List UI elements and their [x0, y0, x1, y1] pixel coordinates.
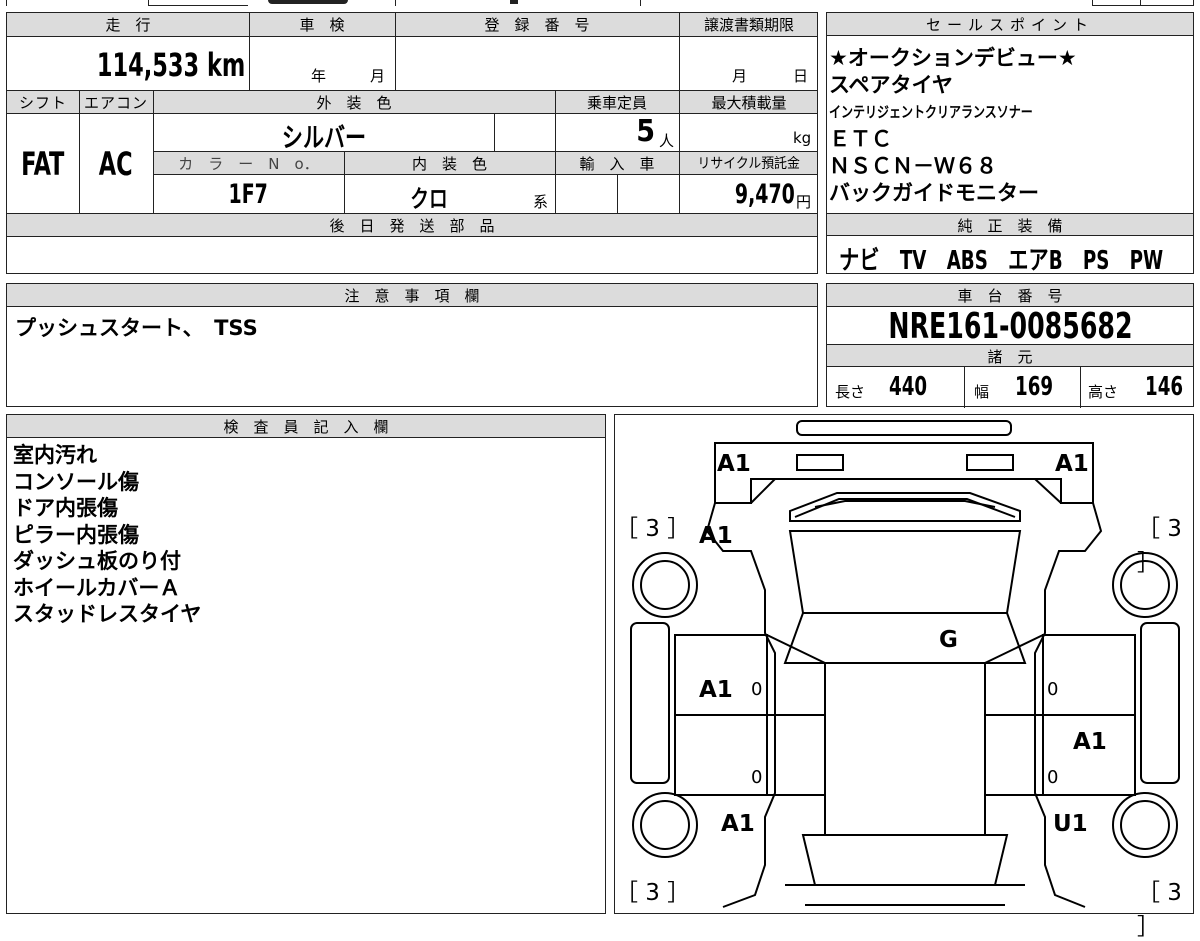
- genuine-equipment-header: 純 正 装 備: [957, 217, 1063, 235]
- capacity-unit: 人: [659, 132, 675, 150]
- shift-header: シフト: [18, 94, 67, 112]
- inspection-header: 車 検: [299, 16, 345, 34]
- inspection-year-unit: 年: [311, 67, 327, 85]
- mark-rear-right: U1: [1053, 811, 1088, 837]
- color-no-value: 1F7: [228, 179, 269, 210]
- notes-text: プッシュスタート、 TSS: [15, 316, 258, 340]
- mark-rear-door-right: A1: [1073, 729, 1107, 755]
- exterior-color-header: 外 装 色: [316, 94, 392, 112]
- aircon-header: エアコン: [83, 94, 148, 112]
- capacity-value: 5: [636, 114, 655, 149]
- sales-point-item: スペアタイヤ: [829, 73, 953, 97]
- inspector-item: ピラー内張傷: [13, 522, 139, 547]
- inspector-item: スタッドレスタイヤ: [13, 602, 202, 626]
- notes-box: 注 意 事 項 欄 プッシュスタート、 TSS: [6, 283, 818, 407]
- door-rr-small: 0: [1047, 767, 1059, 788]
- mileage-header: 走 行: [105, 16, 151, 34]
- aircon-value: AC: [99, 145, 133, 183]
- genuine-equipment-value: ナビ TV ABS エアB PS PW: [839, 246, 1164, 276]
- inspector-item: コンソール傷: [13, 469, 139, 494]
- transfer-month-unit: 月: [732, 67, 748, 85]
- mark-front-right: A1: [1055, 451, 1089, 477]
- inspector-box: 検 査 員 記 入 欄 室内汚れ コンソール傷 ドア内張傷 ピラー内張傷 ダッシ…: [6, 414, 606, 914]
- chassis-header: 車 台 番 号: [957, 287, 1063, 305]
- registration-header: 登 録 番 号: [484, 16, 590, 34]
- max-load-unit: kg: [793, 129, 812, 147]
- transfer-day-unit: 日: [793, 67, 809, 85]
- tire-rr: ［ 3 ］: [1137, 880, 1182, 940]
- sales-point-item: ★オークションデビュー★: [829, 46, 1077, 70]
- length-label: 長さ: [835, 383, 866, 401]
- chassis-box: 車 台 番 号 NRE161-0085682 諸 元 長さ 440 幅 169 …: [826, 283, 1194, 408]
- max-load-header: 最大積載量: [711, 94, 787, 112]
- mileage-value: 114,533 km: [96, 46, 245, 84]
- later-parts-header: 後 日 発 送 部 品: [329, 217, 495, 235]
- tire-fr: ［ 3 ］: [1137, 516, 1182, 576]
- interior-color-header: 内 装 色: [411, 155, 487, 173]
- length-value: 440: [889, 372, 928, 402]
- mark-fender-left: A1: [699, 523, 733, 549]
- sales-points-header: セールスポイント: [925, 16, 1094, 34]
- sales-points-box: セールスポイント ★オークションデビュー★ スペアタイヤ インテリジェントクリア…: [826, 12, 1194, 276]
- mark-hood: G: [939, 627, 958, 653]
- height-label: 高さ: [1088, 383, 1119, 401]
- car-diagram: [630, 420, 1180, 908]
- inspector-items: 室内汚れ コンソール傷 ドア内張傷 ピラー内張傷 ダッシュ板のり付 ホイールカバ…: [13, 442, 201, 628]
- inspector-item: 室内汚れ: [13, 443, 97, 467]
- sales-point-item: ＮＳＣＮ－Ｗ６８: [829, 154, 997, 178]
- tire-rl: ［ 3 ］: [615, 880, 691, 906]
- mark-rear-left: A1: [721, 811, 755, 837]
- recycle-header: リサイクル預託金: [697, 156, 801, 172]
- transfer-deadline-header: 譲渡書類期限: [703, 16, 794, 34]
- shift-value: FAT: [21, 145, 65, 183]
- vehicle-info-table: 走 行 車 検 登 録 番 号 譲渡書類期限 114,533 km 年 月 月 …: [6, 12, 818, 274]
- tire-fl: ［ 3 ］: [615, 516, 691, 542]
- import-header: 輸 入 車: [579, 155, 655, 173]
- top-strip: [0, 0, 1200, 8]
- sales-points-list: ★オークションデビュー★ スペアタイヤ インテリジェントクリアランスソナー ＥＴ…: [829, 45, 1191, 207]
- sales-point-item: ＥＴＣ: [829, 127, 892, 151]
- width-label: 幅: [974, 383, 990, 401]
- door-rl-small: 0: [751, 767, 763, 788]
- mark-front-left: A1: [717, 451, 751, 477]
- exterior-color-value: シルバー: [281, 123, 366, 154]
- inspector-header: 検 査 員 記 入 欄: [223, 418, 389, 436]
- mark-front-door-left: A1: [699, 677, 733, 703]
- sales-point-item: バックガイドモニター: [829, 181, 1039, 205]
- inspection-month-unit: 月: [370, 67, 386, 85]
- interior-color-value: クロ: [410, 185, 448, 213]
- inspector-item: ダッシュ板のり付: [13, 549, 181, 573]
- width-value: 169: [1015, 372, 1054, 402]
- recycle-value: 9,470: [735, 179, 795, 210]
- car-diagram-box: A1 A1 A1 G A1 A1 A1 U1 ［ 3 ］ ［ 3 ］ ［ 3 ］…: [614, 414, 1194, 940]
- sales-point-item: インテリジェントクリアランスソナー: [829, 103, 1033, 121]
- notes-header: 注 意 事 項 欄: [344, 287, 480, 305]
- interior-color-suffix: 系: [533, 193, 549, 211]
- door-fl-small: 0: [751, 679, 763, 700]
- recycle-unit: 円: [796, 193, 812, 211]
- inspector-item: ホイールカバーＡ: [13, 575, 181, 600]
- door-fr-small: 0: [1047, 679, 1059, 700]
- capacity-header: 乗車定員: [586, 94, 647, 112]
- height-value: 146: [1145, 372, 1184, 402]
- specs-header: 諸 元: [987, 348, 1033, 366]
- inspector-item: ドア内張傷: [13, 496, 118, 520]
- color-no-header: カ ラ ー N o．: [178, 155, 319, 173]
- chassis-number: NRE161-0085682: [887, 306, 1133, 347]
